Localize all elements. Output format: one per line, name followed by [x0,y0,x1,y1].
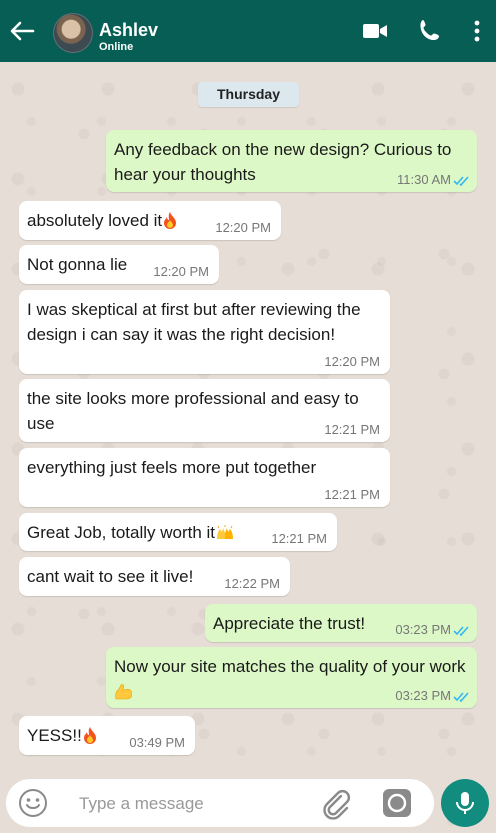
message-text: cant wait to see it live! [27,567,194,586]
fire-emoji-icon [162,211,178,236]
more-options-icon[interactable] [463,17,491,45]
message-text: the site looks more professional and eas… [27,389,359,433]
message-text: everything just feels more put together [27,458,317,477]
date-divider: Thursday [198,82,299,107]
message-time: 12:21 PM [324,422,380,437]
message-text: Appreciate the trust! [213,614,366,633]
message-text: absolutely loved it [27,211,163,230]
message-bubble-incoming[interactable]: I was skeptical at first but after revie… [19,290,390,374]
message-time: 12:22 PM [224,576,280,591]
message-text: Now your site matches the quality of you… [114,657,466,676]
voice-message-button[interactable] [441,779,489,827]
message-bubble-outgoing[interactable]: Any feedback on the new design? Curious … [106,130,477,192]
contact-name[interactable]: Ashlev [99,20,158,41]
emoji-picker-icon[interactable] [18,788,48,818]
message-bubble-incoming[interactable]: Great Job, totally worth it 12:21 PM [19,513,337,551]
message-bubble-incoming[interactable]: cant wait to see it live! 12:22 PM [19,557,290,596]
message-time: 12:20 PM [215,220,271,235]
avatar[interactable] [53,13,93,53]
microphone-icon [456,792,474,814]
message-time: 03:23 PM [395,622,451,637]
flexed-biceps-emoji-icon [114,682,133,707]
message-text: Great Job, totally worth it [27,523,216,542]
fire-emoji-icon [82,726,98,751]
message-text: Not gonna lie [27,255,128,274]
message-bubble-incoming[interactable]: everything just feels more put together … [19,448,390,507]
message-time: 11:30 AM [397,172,451,187]
message-bubble-outgoing[interactable]: Now your site matches the quality of you… [106,647,477,708]
attach-paperclip-icon[interactable] [319,787,353,821]
message-bubble-incoming[interactable]: absolutely loved it 12:20 PM [19,201,281,240]
message-time: 12:21 PM [271,531,327,546]
contact-status: Online [99,41,134,53]
message-text: YESS!! [27,726,82,745]
read-ticks-icon [453,692,469,703]
read-ticks-icon [453,626,469,637]
message-time: 12:20 PM [324,354,380,369]
camera-icon[interactable] [382,788,412,818]
read-ticks-icon [453,176,469,187]
video-call-icon[interactable] [361,17,389,45]
message-text: I was skeptical at first but after revie… [27,300,361,344]
message-time: 12:21 PM [324,487,380,502]
message-time: 03:23 PM [395,688,451,703]
raising-hands-emoji-icon [215,523,235,548]
back-arrow-icon[interactable] [8,17,36,45]
message-bubble-incoming[interactable]: YESS!! 03:49 PM [19,716,195,755]
message-input[interactable]: Type a message [79,794,204,814]
message-bubble-incoming[interactable]: Not gonna lie 12:20 PM [19,245,219,284]
message-bubble-incoming[interactable]: the site looks more professional and eas… [19,379,390,442]
chat-header: Ashlev Online [0,0,496,62]
phone-call-icon[interactable] [416,17,444,45]
message-bubble-outgoing[interactable]: Appreciate the trust! 03:23 PM [205,604,477,642]
message-composer: Type a message [6,779,434,827]
message-time: 12:20 PM [153,264,209,279]
message-time: 03:49 PM [129,735,185,750]
